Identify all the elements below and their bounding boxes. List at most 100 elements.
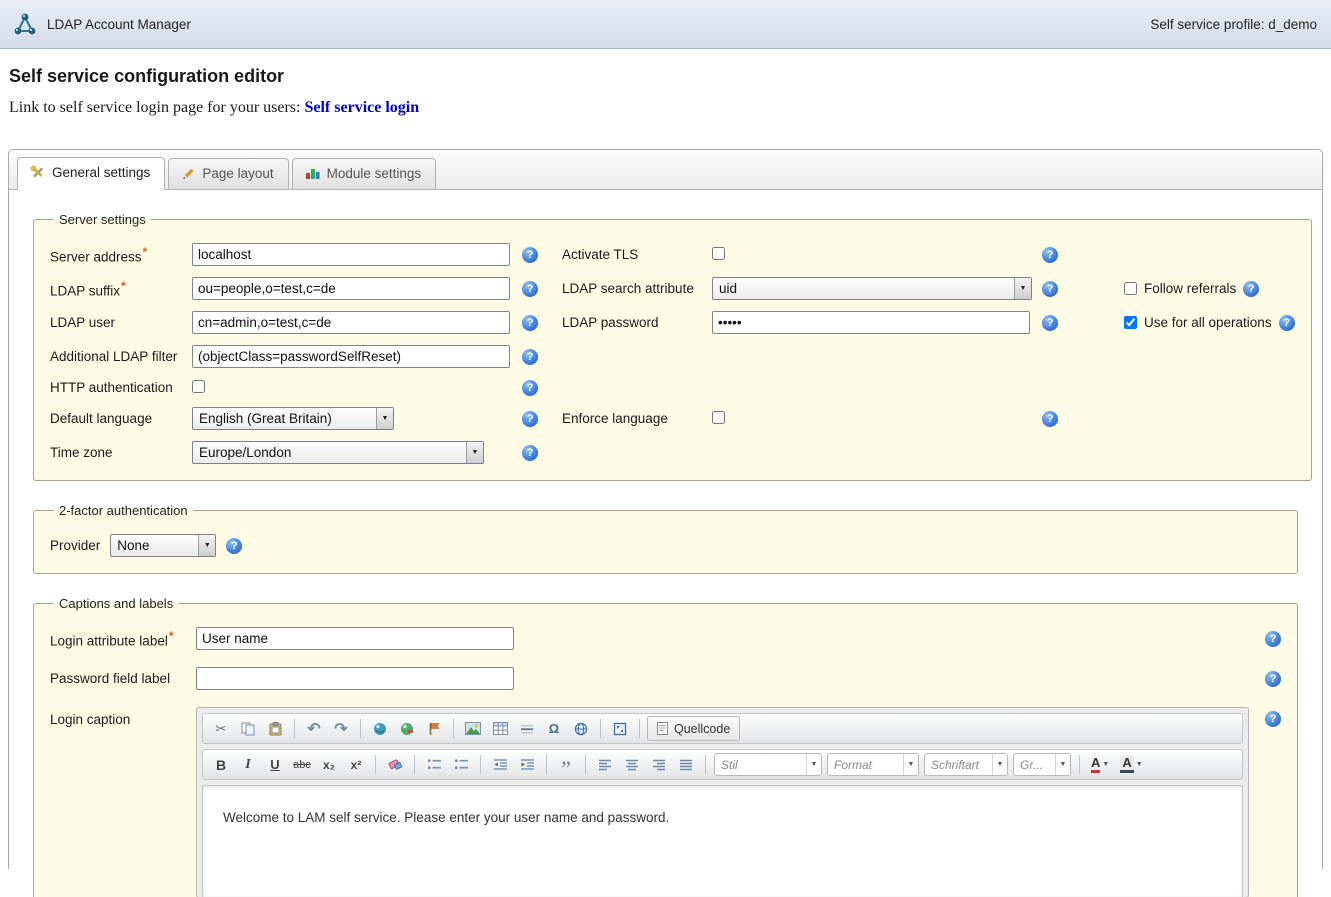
- horizontal-rule-icon[interactable]: [515, 717, 539, 740]
- bold-button[interactable]: B: [209, 753, 233, 776]
- styles-combo[interactable]: Stil ▼: [714, 753, 822, 776]
- align-center-icon[interactable]: [620, 753, 644, 776]
- copy-icon[interactable]: [236, 717, 260, 740]
- general-settings-panel: Server settings Server address* ? Activa…: [9, 190, 1322, 897]
- bulleted-list-icon[interactable]: [449, 753, 473, 776]
- help-icon[interactable]: ?: [522, 349, 538, 365]
- http-authentication-checkbox[interactable]: [192, 380, 205, 393]
- app-title: LDAP Account Manager: [47, 17, 191, 32]
- background-color-button[interactable]: A ▼: [1116, 753, 1146, 776]
- format-combo[interactable]: Format ▼: [827, 753, 919, 776]
- ldap-user-input[interactable]: [192, 311, 510, 334]
- ldap-suffix-input[interactable]: [192, 277, 510, 300]
- two-factor-fieldset: 2-factor authentication Provider None ▼ …: [33, 503, 1298, 574]
- help-icon[interactable]: ?: [1042, 411, 1058, 427]
- redo-icon[interactable]: ↷: [329, 717, 353, 740]
- help-icon[interactable]: ?: [522, 411, 538, 427]
- chevron-down-icon: ▼: [466, 442, 483, 463]
- toolbar-separator: [705, 755, 706, 774]
- help-icon[interactable]: ?: [522, 247, 538, 263]
- italic-button[interactable]: I: [236, 753, 260, 776]
- maximize-icon[interactable]: [608, 717, 632, 740]
- help-icon[interactable]: ?: [1042, 281, 1058, 297]
- special-char-icon[interactable]: Ω: [542, 717, 566, 740]
- tab-page-layout[interactable]: Page layout: [168, 158, 288, 189]
- pencil-icon: [181, 167, 195, 181]
- help-icon[interactable]: ?: [226, 538, 242, 554]
- strikethrough-button[interactable]: abc: [290, 753, 314, 776]
- text-color-letter: A: [1091, 756, 1100, 773]
- required-marker: *: [143, 245, 148, 259]
- help-icon[interactable]: ?: [522, 445, 538, 461]
- combo-label: Stil: [715, 758, 806, 772]
- cut-icon[interactable]: ✂: [209, 717, 233, 740]
- lam-logo-icon: [12, 11, 38, 37]
- help-icon[interactable]: ?: [522, 281, 538, 297]
- app-header: LDAP Account Manager Self service profil…: [0, 0, 1331, 49]
- align-right-icon[interactable]: [647, 753, 671, 776]
- underline-button[interactable]: U: [263, 753, 287, 776]
- numbered-list-icon[interactable]: [422, 753, 446, 776]
- required-marker: *: [169, 629, 174, 643]
- editor-content[interactable]: Welcome to LAM self service. Please ente…: [202, 785, 1243, 897]
- time-zone-select[interactable]: Europe/London ▼: [192, 441, 484, 464]
- flag-icon[interactable]: [422, 717, 446, 740]
- font-combo[interactable]: Schriftart ▼: [924, 753, 1008, 776]
- activate-tls-checkbox[interactable]: [712, 247, 725, 260]
- table-icon[interactable]: [488, 717, 512, 740]
- source-button[interactable]: Quellcode: [647, 716, 740, 741]
- default-language-select[interactable]: English (Great Britain) ▼: [192, 407, 394, 430]
- paste-icon[interactable]: [263, 717, 287, 740]
- follow-referrals-checkbox[interactable]: [1124, 282, 1137, 295]
- font-size-combo[interactable]: Gr... ▼: [1013, 753, 1071, 776]
- indent-icon[interactable]: [515, 753, 539, 776]
- additional-ldap-filter-label: Additional LDAP filter: [50, 349, 192, 364]
- help-icon[interactable]: ?: [1243, 281, 1259, 297]
- login-caption-label: Login caption: [50, 707, 196, 727]
- help-icon[interactable]: ?: [1265, 711, 1281, 727]
- unlink-icon[interactable]: [395, 717, 419, 740]
- remove-format-icon[interactable]: [383, 753, 407, 776]
- align-justify-icon[interactable]: [674, 753, 698, 776]
- provider-select[interactable]: None ▼: [110, 534, 216, 557]
- chevron-down-icon: ▼: [1055, 754, 1070, 775]
- tab-module-settings[interactable]: Module settings: [292, 158, 437, 189]
- blockquote-icon[interactable]: ”: [554, 753, 578, 776]
- help-icon[interactable]: ?: [1265, 631, 1281, 647]
- ldap-suffix-label: LDAP suffix*: [50, 279, 192, 299]
- outdent-icon[interactable]: [488, 753, 512, 776]
- subscript-button[interactable]: x₂: [317, 753, 341, 776]
- help-icon[interactable]: ?: [522, 380, 538, 396]
- select-value: uid: [713, 278, 1014, 299]
- undo-icon[interactable]: ↶: [302, 717, 326, 740]
- ldap-password-input[interactable]: [712, 311, 1030, 334]
- self-service-login-link[interactable]: Self service login: [304, 99, 419, 116]
- additional-ldap-filter-input[interactable]: [192, 345, 510, 368]
- password-field-label-input[interactable]: [196, 667, 514, 690]
- align-left-icon[interactable]: [593, 753, 617, 776]
- enforce-language-checkbox[interactable]: [712, 411, 725, 424]
- ldap-password-label: LDAP password: [562, 315, 712, 330]
- tab-general-settings[interactable]: General settings: [17, 157, 165, 190]
- help-icon[interactable]: ?: [1265, 671, 1281, 687]
- captions-fieldset: Captions and labels Login attribute labe…: [33, 596, 1298, 897]
- help-icon[interactable]: ?: [1279, 315, 1295, 331]
- toolbar-separator: [585, 755, 586, 774]
- chevron-down-icon: ▼: [992, 754, 1007, 775]
- server-settings-fieldset: Server settings Server address* ? Activa…: [33, 212, 1312, 481]
- globe-icon[interactable]: [569, 717, 593, 740]
- ldap-search-attribute-select[interactable]: uid ▼: [712, 277, 1032, 300]
- http-authentication-label: HTTP authentication: [50, 380, 192, 395]
- use-for-all-operations-checkbox[interactable]: [1124, 316, 1137, 329]
- server-address-input[interactable]: [192, 243, 510, 266]
- help-icon[interactable]: ?: [1042, 315, 1058, 331]
- superscript-button[interactable]: x²: [344, 753, 368, 776]
- image-icon[interactable]: [461, 717, 485, 740]
- help-icon[interactable]: ?: [522, 315, 538, 331]
- follow-referrals-label: Follow referrals: [1144, 281, 1236, 296]
- tab-modules-label: Module settings: [327, 166, 422, 181]
- link-icon[interactable]: [368, 717, 392, 740]
- help-icon[interactable]: ?: [1042, 247, 1058, 263]
- text-color-button[interactable]: A ▼: [1087, 753, 1113, 776]
- login-attribute-input[interactable]: [196, 627, 514, 650]
